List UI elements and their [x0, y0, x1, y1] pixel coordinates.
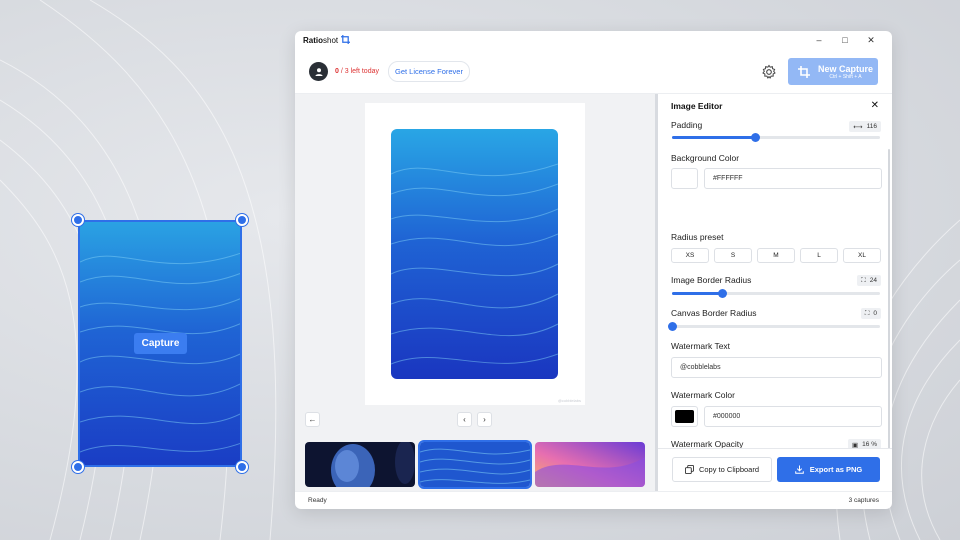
app-brand-bold: Ratio [303, 36, 323, 45]
padding-slider-fill [672, 136, 756, 139]
background-color-swatch[interactable] [671, 168, 698, 189]
canvas-border-radius-chip: ⛶ 0 [860, 308, 881, 319]
watermark-text-label: Watermark Text [671, 341, 731, 351]
padding-label: Padding [671, 120, 703, 130]
capture-button[interactable]: Capture [134, 333, 187, 354]
watermark-color-input[interactable]: #000000 [704, 406, 882, 427]
selection-handle-top-right[interactable] [236, 214, 248, 226]
padding-width-icon: ⟷ [853, 123, 863, 131]
export-label: Export as PNG [809, 465, 863, 474]
count-rest: / 3 left today [338, 68, 379, 75]
padding-slider[interactable] [672, 133, 880, 142]
canvas-border-radius-value: 0 [873, 310, 877, 317]
thumbnail-3[interactable] [535, 442, 645, 487]
download-icon [794, 465, 804, 474]
watermark-color-label: Watermark Color [671, 390, 735, 400]
radius-preset-s[interactable]: S [714, 248, 752, 263]
crop-logo-icon [341, 35, 351, 46]
selection-handle-bottom-right[interactable] [236, 461, 248, 473]
copy-label: Copy to Clipboard [698, 465, 760, 474]
title-bar: Ratio shot – □ ✕ [295, 31, 892, 50]
preview-image [391, 129, 558, 379]
capture-total: 3 captures [848, 497, 879, 504]
background-color-input[interactable]: #FFFFFF [704, 168, 882, 189]
radius-preset-xs[interactable]: XS [671, 248, 709, 263]
capture-count: 0 / 3 left today [335, 68, 379, 75]
canvas-corner-icon: ⛶ [864, 309, 870, 317]
selection-handle-top-left[interactable] [72, 214, 84, 226]
avatar[interactable] [309, 62, 328, 81]
radius-preset-group: XS S M L XL [671, 248, 881, 263]
canvas-border-radius-knob[interactable] [668, 322, 677, 331]
canvas-border-radius-slider[interactable] [668, 322, 880, 331]
crop-icon [798, 65, 810, 78]
previous-button[interactable]: ‹ [457, 412, 472, 427]
editor-footer: Copy to Clipboard Export as PNG [658, 448, 892, 491]
canvas-border-radius-label: Canvas Border Radius [671, 308, 757, 318]
toolbar: 0 / 3 left today Get License Forever New… [295, 50, 892, 94]
radius-preset-xl[interactable]: XL [843, 248, 881, 263]
padding-value-chip: ⟷ 116 [849, 121, 881, 132]
canvas-watermark: @cobblelabs [557, 398, 581, 403]
close-window-button[interactable]: ✕ [858, 35, 884, 46]
radius-preset-label: Radius preset [671, 232, 724, 242]
export-png-button[interactable]: Export as PNG [777, 457, 880, 482]
canvas-area: @cobblelabs ← ‹ › [295, 94, 655, 491]
watermark-text-input[interactable]: @cobblelabs [671, 357, 882, 378]
watermark-opacity-value: 16 % [862, 441, 877, 448]
corner-radius-icon: ⛶ [861, 276, 866, 284]
get-license-button[interactable]: Get License Forever [388, 61, 470, 82]
new-capture-label: New Capture [818, 63, 874, 74]
maximize-button[interactable]: □ [832, 35, 858, 46]
user-icon [315, 67, 322, 76]
canvas-preview: @cobblelabs [365, 103, 585, 405]
image-border-radius-value: 24 [869, 277, 877, 284]
status-bar: Ready 3 captures [295, 491, 892, 509]
copy-to-clipboard-button[interactable]: Copy to Clipboard [672, 457, 772, 482]
image-border-radius-knob[interactable] [717, 289, 727, 298]
radius-preset-m[interactable]: M [757, 248, 795, 263]
radius-preset-l[interactable]: L [800, 248, 838, 263]
image-border-radius-fill [672, 292, 722, 295]
close-editor-icon[interactable]: ✕ [871, 100, 879, 111]
new-capture-button[interactable]: New Capture Ctrl + Shift + A [788, 58, 878, 85]
image-border-radius-label: Image Border Radius [671, 275, 752, 285]
padding-slider-knob[interactable] [751, 133, 761, 142]
thumbnail-2[interactable] [418, 440, 532, 489]
copy-icon [684, 465, 694, 474]
minimize-button[interactable]: – [806, 35, 832, 46]
padding-value: 116 [866, 123, 877, 130]
app-window: Ratio shot – □ ✕ 0 / 3 left today Get Lic… [295, 31, 892, 509]
editor-scrollbar[interactable] [888, 149, 890, 469]
editor-title: Image Editor [671, 100, 723, 111]
image-border-radius-chip: ⛶ 24 [857, 275, 881, 286]
selection-handle-bottom-left[interactable] [72, 461, 84, 473]
new-capture-shortcut: Ctrl + Shift + A [829, 73, 862, 80]
gear-icon[interactable] [761, 64, 777, 80]
background-color-label: Background Color [671, 153, 740, 163]
status-text: Ready [308, 497, 327, 504]
image-border-radius-slider[interactable] [672, 289, 880, 298]
watermark-color-swatch[interactable] [671, 406, 698, 427]
next-button[interactable]: › [477, 412, 492, 427]
image-editor-panel: Image Editor ✕ Padding ⟷ 116 Background … [658, 94, 892, 491]
watermark-color-fill [675, 410, 694, 423]
app-brand-light: shot [323, 36, 339, 45]
thumbnail-1[interactable] [305, 442, 415, 487]
back-button[interactable]: ← [305, 412, 320, 427]
